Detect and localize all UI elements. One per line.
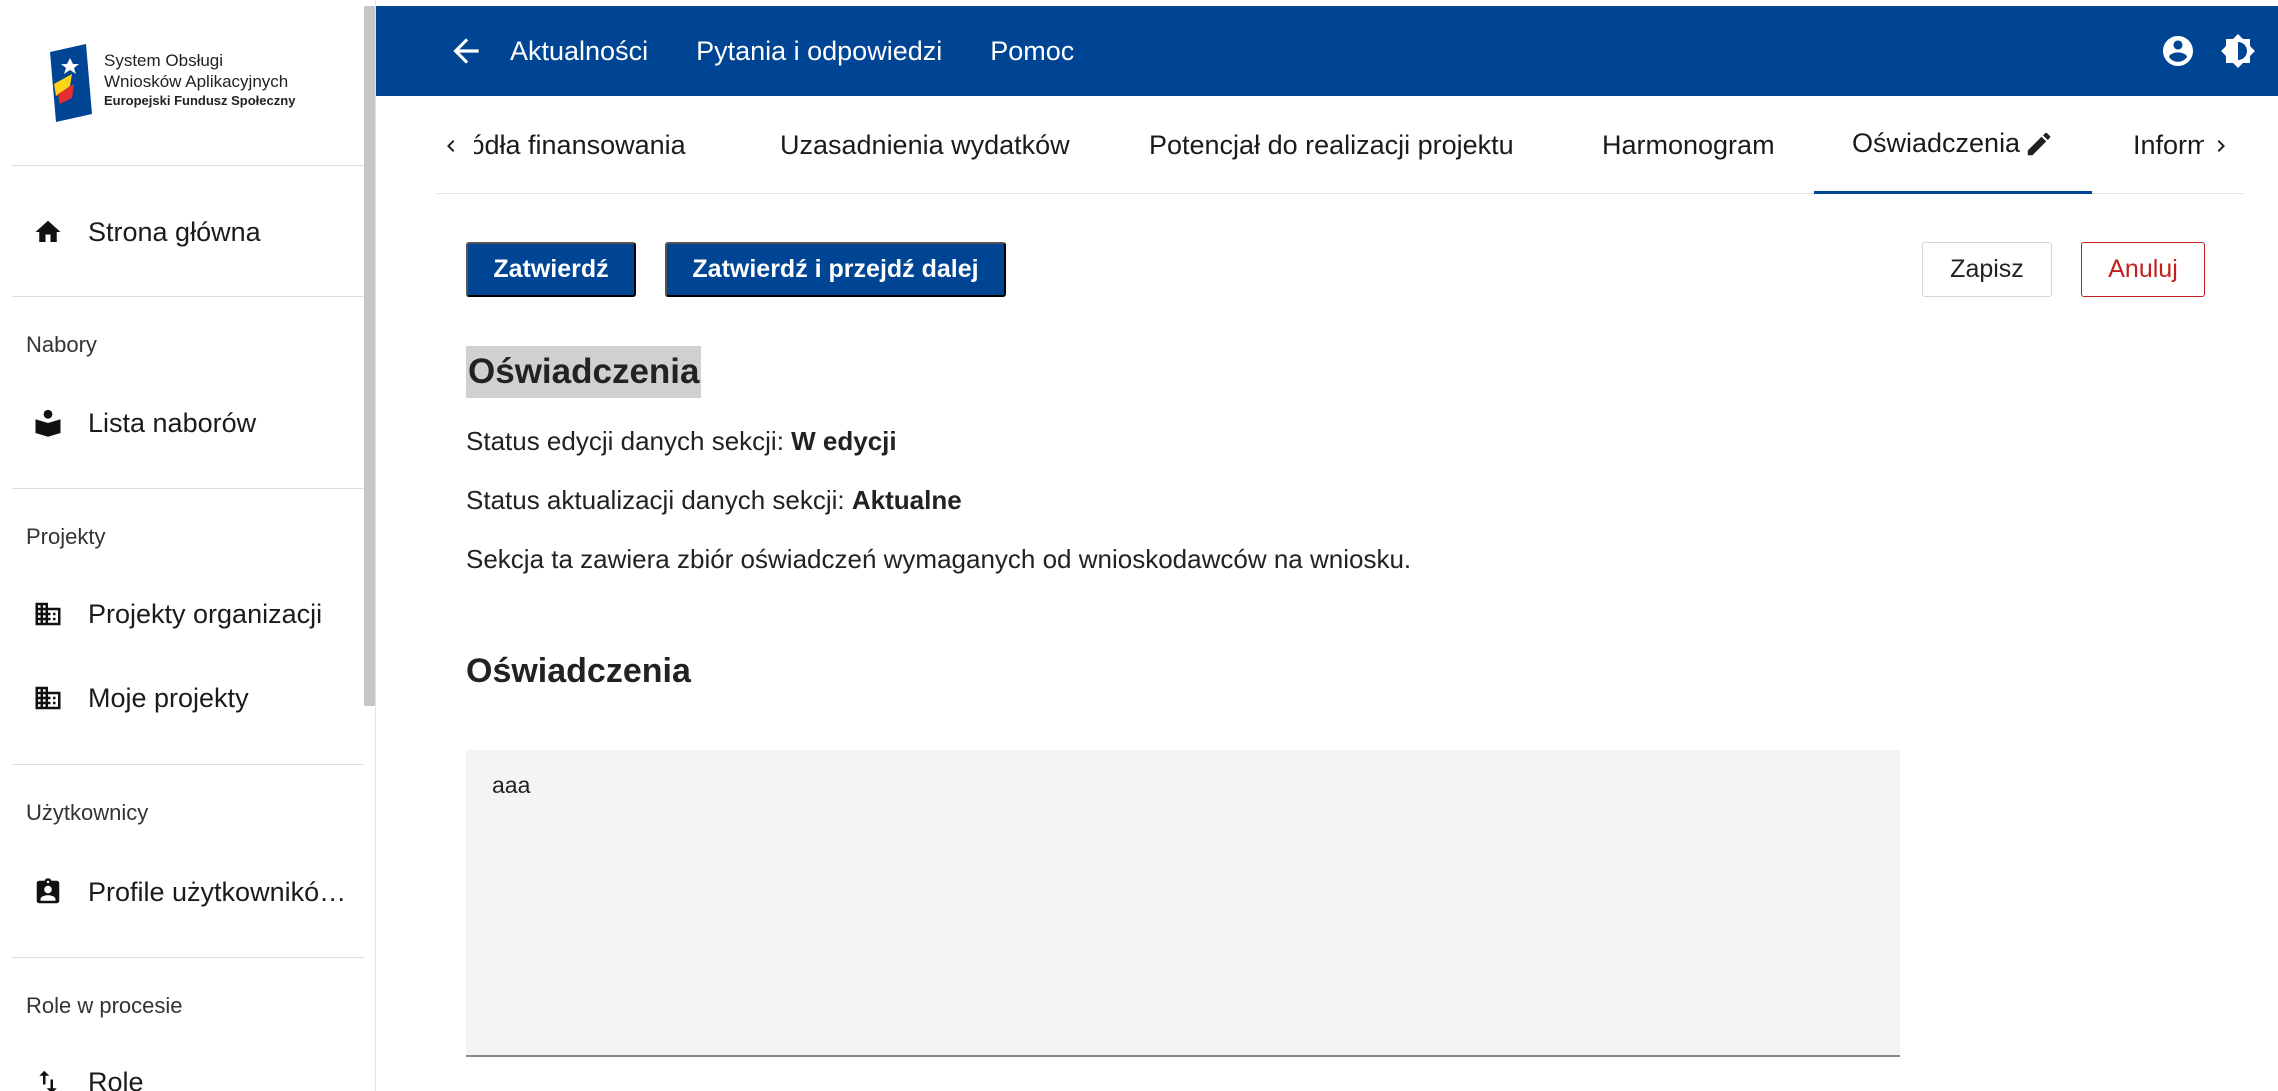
sidebar-item-label: Role xyxy=(88,1066,144,1091)
sidebar-item-moje-projekty[interactable]: Moje projekty xyxy=(30,678,249,718)
tab-potencjal[interactable]: Potencjał do realizacji projektu xyxy=(1149,96,1514,194)
sidebar-group-uzytkownicy: Użytkownicy xyxy=(26,800,149,825)
book-reader-icon xyxy=(30,405,66,441)
edit-status-label: Status edycji danych sekcji: xyxy=(466,426,792,456)
building-icon xyxy=(30,596,66,632)
sidebar-item-label: Projekty organizacji xyxy=(88,598,323,629)
sidebar-group-nabory: Nabory xyxy=(26,332,97,357)
sidebar: System Obsługi Wniosków Aplikacyjnych Eu… xyxy=(0,0,376,1091)
pencil-icon xyxy=(2024,129,2054,159)
sidebar-divider xyxy=(12,165,364,166)
sidebar-divider xyxy=(12,957,364,958)
sidebar-item-home[interactable]: Strona główna xyxy=(30,212,261,252)
confirm-button[interactable]: Zatwierdź xyxy=(466,242,636,297)
assignment-ind-icon xyxy=(30,874,66,910)
app-logo[interactable]: System Obsługi Wniosków Aplikacyjnych Eu… xyxy=(50,44,295,122)
save-button[interactable]: Zapisz xyxy=(1922,242,2052,297)
top-bar: Aktualności Pytania i odpowiedzi Pomoc xyxy=(376,6,2278,96)
update-status-line: Status aktualizacji danych sekcji: Aktua… xyxy=(466,485,962,516)
edit-status-value: W edycji xyxy=(791,426,897,456)
statements-textarea[interactable]: aaa xyxy=(466,750,1900,1057)
cancel-button[interactable]: Anuluj xyxy=(2081,242,2205,297)
nav-aktualnosci[interactable]: Aktualności xyxy=(510,36,648,67)
sidebar-divider xyxy=(12,764,364,765)
tab-label: Oświadczenia xyxy=(1852,128,2021,158)
sidebar-item-lista-naborow[interactable]: Lista naborów xyxy=(30,403,256,443)
logo-line-3: Europejski Fundusz Społeczny xyxy=(104,92,296,108)
sidebar-item-label: Profile użytkownikó… xyxy=(88,876,347,907)
logo-line-2: Wniosków Aplikacyjnych xyxy=(104,72,289,92)
chevron-left-icon[interactable] xyxy=(436,126,466,166)
tab-zrodla-finansowania[interactable]: Źródła finansowania xyxy=(474,96,686,194)
brightness-icon[interactable] xyxy=(2218,31,2258,71)
sidebar-divider xyxy=(12,488,364,489)
sidebar-item-label: Lista naborów xyxy=(88,407,257,438)
tab-harmonogram[interactable]: Harmonogram xyxy=(1602,96,1775,194)
building-icon xyxy=(30,680,66,716)
confirm-next-button[interactable]: Zatwierdź i przejdź dalej xyxy=(665,242,1006,297)
sidebar-group-role: Role w procesie xyxy=(26,993,183,1018)
chevron-right-icon[interactable] xyxy=(2206,126,2236,166)
section-tabs: Źródła finansowania Uzasadnienia wydatkó… xyxy=(436,96,2244,194)
home-icon xyxy=(30,214,66,250)
nav-pomoc[interactable]: Pomoc xyxy=(990,36,1074,67)
section-title: Oświadczenia xyxy=(466,346,702,398)
sidebar-group-projekty: Projekty xyxy=(26,524,106,549)
sidebar-item-label: Strona główna xyxy=(88,216,261,247)
update-status-label: Status aktualizacji danych sekcji: xyxy=(466,485,852,515)
sidebar-item-profile-uzytkownikow[interactable]: Profile użytkownikó… xyxy=(30,872,346,912)
sidebar-scrollbar[interactable] xyxy=(364,6,375,706)
account-circle-icon[interactable] xyxy=(2158,31,2198,71)
sidebar-item-projekty-organizacji[interactable]: Projekty organizacji xyxy=(30,594,322,634)
nav-pytania-i-odpowiedzi[interactable]: Pytania i odpowiedzi xyxy=(696,36,942,67)
tab-uzasadnienia-wydatkow[interactable]: Uzasadnienia wydatków xyxy=(780,96,1070,194)
top-nav: Aktualności Pytania i odpowiedzi Pomoc xyxy=(510,36,1122,67)
sidebar-divider xyxy=(12,296,364,297)
tab-oswiadczenia[interactable]: Oświadczenia xyxy=(1814,96,2093,194)
sidebar-item-role[interactable]: Role xyxy=(30,1062,144,1091)
swap-vert-icon xyxy=(30,1064,66,1091)
logo-line-1: System Obsługi xyxy=(104,51,224,70)
tab-informacje[interactable]: Informacje xyxy=(2133,96,2204,194)
eu-flag-logo-icon xyxy=(50,44,92,122)
section-description: Sekcja ta zawiera zbiór oświadczeń wymag… xyxy=(466,544,1412,574)
edit-status-line: Status edycji danych sekcji: W edycji xyxy=(466,426,897,457)
sidebar-item-label: Moje projekty xyxy=(88,682,249,713)
subsection-title: Oświadczenia xyxy=(466,652,691,690)
update-status-value: Aktualne xyxy=(851,485,962,515)
arrow-back-icon[interactable] xyxy=(446,31,486,71)
